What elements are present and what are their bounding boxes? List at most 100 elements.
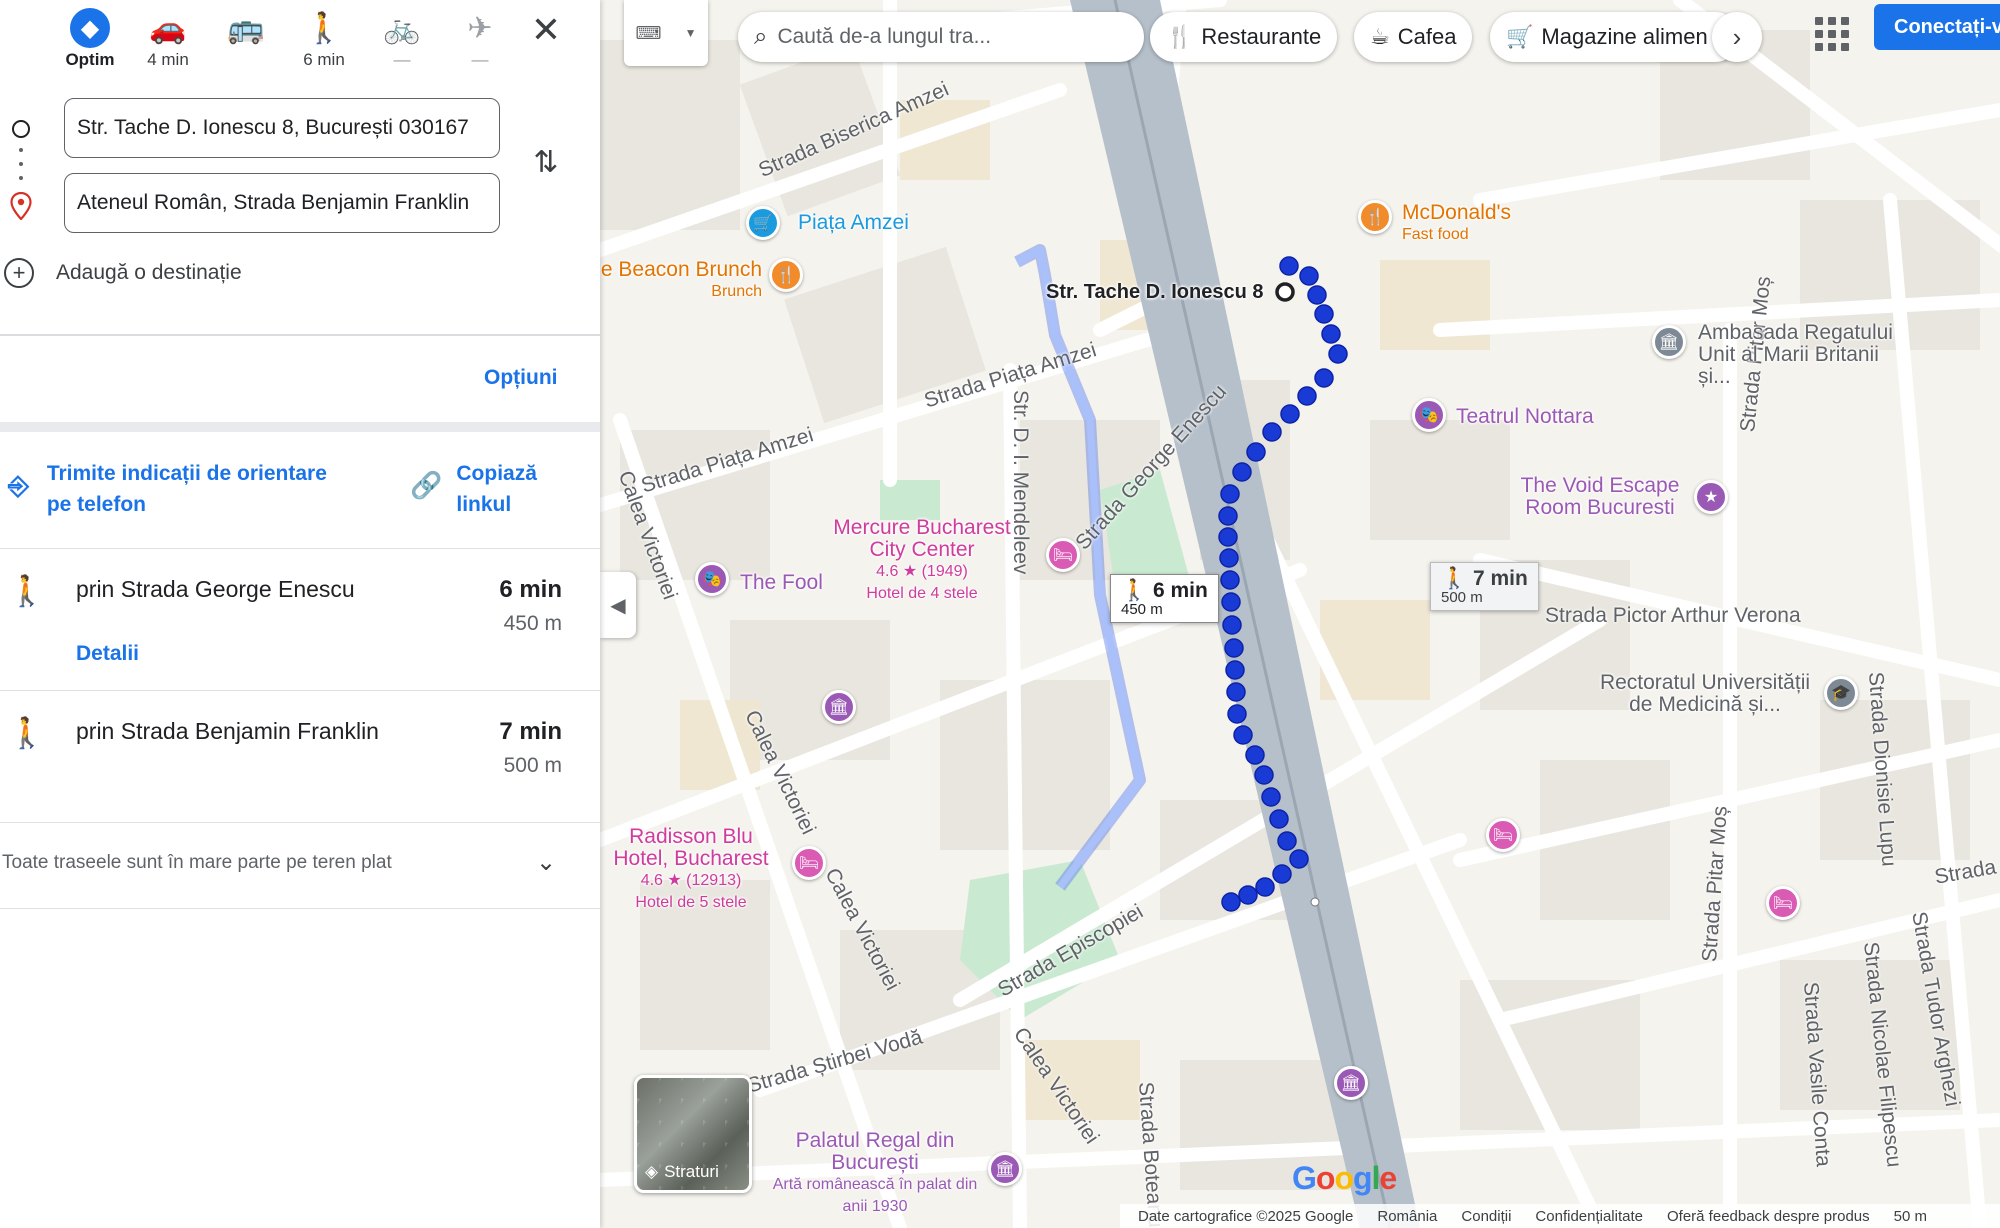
- museum-pin-icon[interactable]: 🏛: [822, 690, 856, 724]
- add-destination-button[interactable]: + Adaugă o destinație: [4, 258, 242, 288]
- caret-down-icon: ▼: [684, 26, 697, 40]
- google-logo: Google: [1292, 1160, 1397, 1196]
- send-to-phone-icon: ⎆: [8, 470, 29, 500]
- theater-pin-icon[interactable]: 🎭: [1412, 398, 1446, 432]
- route-details-link[interactable]: Detalii: [76, 642, 139, 666]
- plane-icon: ✈: [467, 11, 493, 45]
- swap-locations-button[interactable]: ⇅: [524, 140, 568, 184]
- destination-input[interactable]: Ateneul Român, Strada Benjamin Franklin: [64, 173, 500, 233]
- poi-mcdonalds[interactable]: McDonald's Fast food: [1402, 202, 1511, 246]
- car-icon: 🚗: [149, 11, 187, 45]
- poi-rectoratul[interactable]: Rectoratul Universității de Medicină și.…: [1590, 672, 1820, 716]
- route-option-1[interactable]: 🚶 prin Strada George Enescu 6 min 450 m …: [0, 548, 600, 688]
- walk-icon: 🚶: [8, 717, 46, 750]
- poi-radisson[interactable]: Radisson Blu Hotel, Bucharest 4.6 ★ (1291…: [600, 826, 782, 914]
- footer-country[interactable]: România: [1377, 1208, 1437, 1225]
- route-option-2[interactable]: 🚶 prin Strada Benjamin Franklin 7 min 50…: [0, 690, 600, 820]
- mode-best[interactable]: ◆ Optim: [50, 6, 130, 70]
- origin-input[interactable]: Str. Tache D. Ionescu 8, București 03016…: [64, 98, 500, 158]
- poi-mercure[interactable]: Mercure Bucharest City Center 4.6 ★ (1949…: [822, 517, 1022, 605]
- route-alt-box[interactable]: 🚶 7 min 500 m: [1430, 562, 1539, 611]
- directions-panel: ◆ Optim 🚗 4 min 🚌 🚶 6 min 🚲 — ✈ — ✕ Str.: [0, 0, 600, 1228]
- walk-icon: 🚶: [8, 575, 46, 608]
- layers-icon: ◈: [645, 1162, 659, 1181]
- hotel-pin-icon[interactable]: 🛏: [1766, 886, 1800, 920]
- poi-teatrul-nottara[interactable]: Teatrul Nottara: [1456, 406, 1594, 428]
- walk-icon: 🚶: [1121, 579, 1148, 602]
- apps-grid-icon[interactable]: [1808, 10, 1856, 58]
- bus-icon: 🚌: [227, 11, 265, 45]
- cart-icon: 🛒: [1506, 24, 1534, 49]
- chevron-right-icon: ›: [1732, 21, 1742, 52]
- chevron-left-icon: ◀: [610, 594, 626, 617]
- footer-feedback[interactable]: Oferă feedback despre produs: [1667, 1208, 1870, 1225]
- send-to-phone-button[interactable]: ⎆ Trimite indicații de orientare pe tele…: [8, 458, 347, 520]
- options-button[interactable]: Opțiuni: [484, 366, 557, 390]
- route-primary-box[interactable]: 🚶 6 min 450 m: [1110, 574, 1219, 623]
- copy-link-button[interactable]: 🔗 Copiază linkul: [410, 458, 556, 520]
- origin-marker-icon: [12, 120, 30, 138]
- poi-palatul-regal[interactable]: Palatul Regal din București Artă româneas…: [770, 1130, 980, 1218]
- close-icon: ✕: [530, 9, 562, 50]
- hotel-pin-icon[interactable]: 🛏: [1046, 538, 1080, 572]
- travel-mode-bar: ◆ Optim 🚗 4 min 🚌 🚶 6 min 🚲 — ✈ — ✕: [0, 0, 600, 80]
- mode-flight[interactable]: ✈ —: [440, 6, 520, 70]
- keyboard-button[interactable]: ⌨ ▼: [624, 0, 708, 66]
- map-footer: Date cartografice ©2025 Google România C…: [1120, 1204, 2000, 1228]
- search-along-route-input[interactable]: ⌕ Caută de-a lungul tra...: [738, 12, 1144, 62]
- link-icon: 🔗: [410, 470, 443, 500]
- walk-icon: 🚶: [1441, 567, 1468, 590]
- hotel-pin-icon[interactable]: 🛏: [1486, 818, 1520, 852]
- origin-map-label: Str. Tache D. Ionescu 8: [1046, 281, 1264, 303]
- sign-in-button[interactable]: Conectați-v: [1874, 4, 2000, 50]
- directions-icon: ◆: [70, 8, 110, 48]
- poi-beacon-brunch[interactable]: e Beacon Brunch Brunch: [600, 259, 762, 303]
- poi-british-embassy[interactable]: Ambasada Regatului Unit al Marii Britani…: [1698, 322, 1898, 388]
- section-divider: [0, 422, 600, 432]
- mode-bike[interactable]: 🚲 —: [362, 6, 442, 70]
- coffee-icon: ☕: [1370, 24, 1390, 49]
- divider: [0, 334, 600, 336]
- walk-icon: 🚶: [305, 11, 343, 45]
- map-canvas[interactable]: Strada Biserica Amzei Strada Piața Amzei…: [600, 0, 2000, 1228]
- hotel-pin-icon[interactable]: 🛏: [792, 846, 826, 880]
- close-directions-button[interactable]: ✕: [524, 8, 568, 52]
- footer-terms[interactable]: Condiții: [1461, 1208, 1511, 1225]
- chip-groceries[interactable]: 🛒 Magazine alimen: [1490, 12, 1740, 62]
- chip-coffee[interactable]: ☕ Cafea: [1354, 12, 1473, 62]
- mode-transit[interactable]: 🚌: [206, 6, 286, 50]
- museum-pin-icon[interactable]: 🏛: [1334, 1066, 1368, 1100]
- embassy-pin-icon[interactable]: 🏛: [1652, 325, 1686, 359]
- destination-pin-icon: [10, 192, 32, 220]
- chevron-down-icon[interactable]: ⌄: [536, 848, 556, 877]
- layers-button[interactable]: ◈ Straturi: [634, 1075, 752, 1193]
- grocery-pin-icon[interactable]: 🛒: [746, 206, 780, 240]
- poi-void-escape[interactable]: The Void Escape Room Bucuresti: [1500, 475, 1700, 519]
- keyboard-icon: ⌨: [635, 22, 662, 43]
- footer-scale[interactable]: 50 m: [1894, 1208, 1927, 1225]
- footer-copyright: Date cartografice ©2025 Google: [1138, 1207, 1354, 1225]
- divider: [0, 822, 600, 823]
- street-label: Strada Pictor Arthur Verona: [1545, 604, 1801, 627]
- mode-walk[interactable]: 🚶 6 min: [284, 6, 364, 70]
- chip-restaurants[interactable]: 🍴 Restaurante: [1150, 12, 1338, 62]
- route-dots-icon: [19, 148, 23, 180]
- theater-pin-icon[interactable]: 🎭: [695, 562, 729, 596]
- chips-next-button[interactable]: ›: [1712, 12, 1762, 62]
- collapse-panel-button[interactable]: ◀: [600, 572, 636, 638]
- footer-privacy[interactable]: Confidențialitate: [1535, 1208, 1643, 1225]
- search-icon: ⌕: [754, 23, 768, 50]
- mode-car[interactable]: 🚗 4 min: [128, 6, 208, 70]
- bike-icon: 🚲: [383, 11, 421, 45]
- escape-room-pin-icon[interactable]: ★: [1694, 480, 1728, 514]
- poi-the-fool[interactable]: The Fool: [740, 572, 823, 594]
- restaurant-pin-icon[interactable]: 🍴: [1358, 200, 1392, 234]
- divider: [0, 908, 600, 909]
- restaurant-pin-icon[interactable]: 🍴: [769, 258, 803, 292]
- swap-icon: ⇅: [533, 145, 559, 179]
- add-circle-icon: +: [4, 258, 34, 288]
- university-pin-icon[interactable]: 🎓: [1824, 676, 1858, 710]
- museum-pin-icon[interactable]: 🏛: [988, 1152, 1022, 1186]
- poi-piata-amzei[interactable]: Piața Amzei: [798, 212, 909, 234]
- restaurant-icon: 🍴: [1166, 24, 1194, 49]
